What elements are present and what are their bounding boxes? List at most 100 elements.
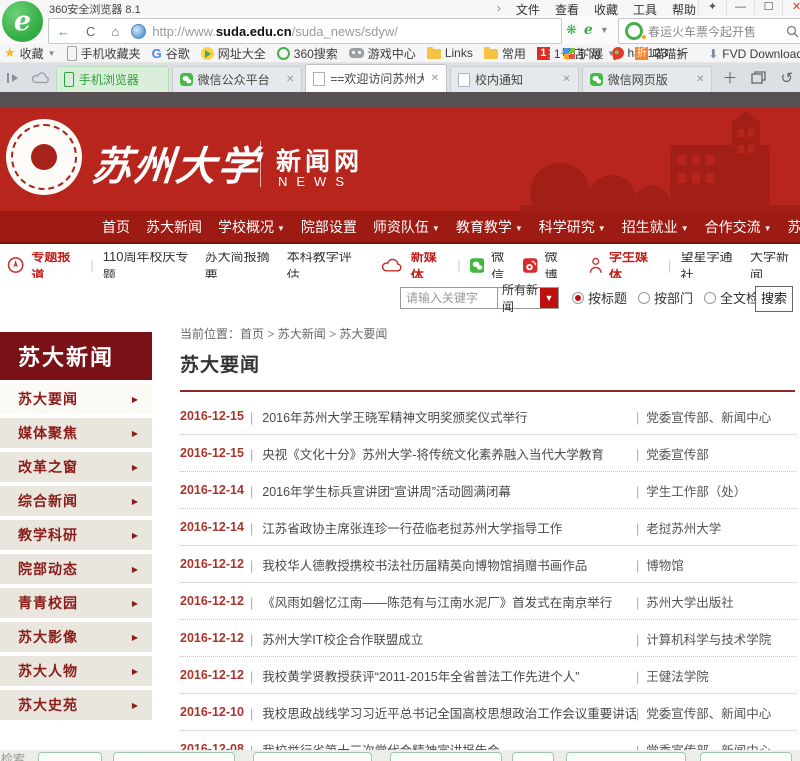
tab-close-icon[interactable]: ✕ [562, 74, 570, 85]
nav-school-overview[interactable]: 学校概况 [218, 217, 285, 237]
tab-close-icon[interactable]: ✕ [286, 74, 294, 85]
sidebar-item-department-updates[interactable]: 院部动态 [0, 554, 152, 584]
maximize-button[interactable]: ☐ [754, 0, 782, 15]
news-row[interactable]: 2016-12-15央视《文化十分》苏州大学-将传统文化素养融入当代大学教育党委… [180, 435, 796, 472]
subnav-university-news[interactable]: 大学新闻 [750, 252, 800, 278]
tab-close-icon[interactable]: ✕ [696, 74, 704, 85]
sidebar-item-media-focus[interactable]: 媒体聚焦 [0, 418, 152, 448]
subnav-briefing-digest[interactable]: 苏大简报摘要 [205, 252, 280, 278]
search-button[interactable]: 搜索 [755, 286, 793, 312]
sidebar-toggle-icon[interactable] [6, 72, 20, 84]
tab-close-icon[interactable]: ✕ [431, 73, 439, 84]
bookmark-common-folder[interactable]: 常用 [484, 45, 526, 62]
news-row[interactable]: 2016-12-08我校举行省第十三次党代会精神宣讲报告会党委宣传部、新闻中心 [180, 731, 796, 750]
news-title-link[interactable]: 央视《文化十分》苏州大学-将传统文化素养融入当代大学教育 [246, 444, 636, 463]
nav-suda-news[interactable]: 苏大新闻 [146, 217, 202, 237]
taskbar-button-stub[interactable] [38, 752, 102, 761]
taskbar-button-stub[interactable] [390, 752, 502, 761]
new-tab-icon[interactable]: ＋ [722, 67, 737, 88]
nav-research[interactable]: 科学研究 [539, 217, 606, 237]
tab-mobile-browser[interactable]: 手机浏览器 [56, 66, 169, 92]
news-title-link[interactable]: 我校黄学贤教授获评“2011-2015年全省普法工作先进个人” [246, 666, 636, 685]
refresh-icon[interactable]: C [78, 24, 103, 39]
miaomiaozhe-button[interactable]: 折喵喵折 [635, 45, 688, 62]
no-trace-icon[interactable]: ❋ [566, 22, 577, 38]
url-field[interactable]: ← C ⌂ http://www.suda.edu.cn/suda_news/s… [48, 18, 562, 44]
minimize-button[interactable]: — [726, 0, 754, 15]
news-title-link[interactable]: 2016年学生标兵宣讲团“宣讲周”活动圆满闭幕 [246, 481, 636, 500]
tab-list-icon[interactable] [751, 71, 766, 84]
university-name-calligraphy[interactable]: 苏州大学 [89, 134, 244, 192]
sidebar-item-suda-history[interactable]: 苏大史苑 [0, 690, 152, 720]
category-select[interactable]: 所有新闻 ▼ [497, 287, 559, 309]
search-box[interactable]: 春运火车票今起开售 [618, 18, 800, 44]
magnifier-icon[interactable] [786, 25, 799, 38]
breadcrumb-home[interactable]: 首页 [240, 327, 264, 341]
taskbar-button-stub[interactable] [113, 752, 235, 761]
speed-mode-icon[interactable]: e [584, 22, 593, 38]
news-row[interactable]: 2016-12-14江苏省政协主席张连珍一行莅临老挝苏州大学指导工作老挝苏州大学 [180, 509, 796, 546]
sidebar-item-campus-life[interactable]: 青青校园 [0, 588, 152, 618]
bookmark-google[interactable]: G谷歌 [152, 45, 190, 62]
keyword-input[interactable] [400, 287, 498, 309]
tab-campus-notice[interactable]: 校内通知 ✕ [450, 66, 579, 92]
taskbar-button-stub[interactable] [512, 752, 554, 761]
subnav-110th-anniversary[interactable]: 110周年校庆专题 [103, 252, 198, 278]
home-icon[interactable]: ⌂ [103, 24, 127, 39]
taskbar-button-stub[interactable] [566, 752, 686, 761]
bookmark-360-search[interactable]: 360搜索 [277, 45, 338, 62]
tab-suda-news-active[interactable]: ==欢迎访问苏州大学网 ✕ [305, 64, 447, 92]
subnav-special-topics[interactable]: 专题报道 [31, 252, 81, 278]
taskbar-button-stub[interactable] [700, 752, 792, 761]
nav-admissions[interactable]: 招生就业 [622, 217, 689, 237]
sidebar-item-suda-images[interactable]: 苏大影像 [0, 622, 152, 652]
url-dropdown-icon[interactable]: ▼ [600, 25, 609, 35]
radio-by-title[interactable]: 按标题 [572, 288, 627, 307]
sidebar-item-suda-headlines[interactable]: 苏大要闻 [0, 384, 152, 414]
news-title-link[interactable]: 苏州大学IT校企合作联盟成立 [246, 629, 636, 648]
news-title-link[interactable]: 《风雨如磐忆江南——陈范有与江南水泥厂》首发式在南京举行 [246, 592, 636, 611]
bookmark-links-folder[interactable]: Links [427, 46, 473, 60]
university-seal-logo[interactable] [6, 119, 82, 195]
nav-cooperation[interactable]: 合作交流 [705, 217, 772, 237]
subnav-teaching-evaluation[interactable]: 本科教学评估 [287, 252, 362, 278]
cloud-sync-icon[interactable] [32, 72, 50, 84]
fvd-downloader-button[interactable]: ⬇FVD Download [708, 47, 800, 61]
news-row[interactable]: 2016-12-10我校思政战线学习习近平总书记全国高校思想政治工作会议重要讲话… [180, 694, 796, 731]
news-row[interactable]: 2016-12-12我校华人德教授携校书法社历届精英向博物馆捐赠书画作品博物馆 [180, 546, 796, 583]
bookmark-game-center[interactable]: 游戏中心 [349, 45, 416, 62]
hot-search-text[interactable]: 春运火车票今起开售 [648, 23, 756, 40]
news-title-link[interactable]: 我校华人德教授携校书法社历届精英向博物馆捐赠书画作品 [246, 555, 636, 574]
browser-360-logo-icon[interactable]: e [2, 1, 43, 42]
sidebar-item-reform-window[interactable]: 改革之窗 [0, 452, 152, 482]
subnav-new-media[interactable]: 新媒体 [411, 252, 449, 278]
subnav-wangxing-society[interactable]: 望星学通社 [680, 252, 743, 278]
nav-education[interactable]: 教育教学 [456, 217, 523, 237]
subnav-student-media[interactable]: 学生媒体 [609, 252, 659, 278]
news-title-link[interactable]: 我校思政战线学习习近平总书记全国高校思想政治工作会议重要讲话精神 [246, 703, 636, 722]
sidebar-item-teaching-research[interactable]: 教学科研 [0, 520, 152, 550]
news-row[interactable]: 2016-12-12《风雨如磐忆江南——陈范有与江南水泥厂》首发式在南京举行苏州… [180, 583, 796, 620]
news-row[interactable]: 2016-12-142016年学生标兵宣讲团“宣讲周”活动圆满闭幕学生工作部（处… [180, 472, 796, 509]
subnav-wechat[interactable]: 微信 [491, 252, 516, 278]
bookmark-favorites[interactable]: ★收藏▼ [4, 45, 56, 62]
url-text[interactable]: http://www.suda.edu.cn/suda_news/sdyw/ [152, 24, 398, 39]
nav-home[interactable]: 首页 [102, 217, 130, 237]
nav-faculty[interactable]: 师资队伍 [373, 217, 440, 237]
news-title-link[interactable]: 2016年苏州大学王晓军精神文明奖颁奖仪式举行 [246, 407, 636, 426]
tab-wechat-official[interactable]: 微信公众平台 ✕ [172, 66, 303, 92]
back-icon[interactable]: ← [49, 24, 78, 39]
news-title-link[interactable]: 我校举行省第十三次党代会精神宣讲报告会 [246, 740, 636, 751]
restore-closed-tab-icon[interactable]: ↺ [780, 69, 793, 87]
tab-wechat-web[interactable]: 微信网页版 ✕ [582, 66, 713, 92]
news-row[interactable]: 2016-12-12苏州大学IT校企合作联盟成立计算机科学与技术学院 [180, 620, 796, 657]
bookmark-site-directory[interactable]: 网址大全 [201, 45, 266, 62]
breadcrumb-suda-news[interactable]: 苏大新闻 [264, 327, 326, 341]
nav-cutoff-item[interactable]: 苏 [788, 217, 800, 237]
news-row[interactable]: 2016-12-152016年苏州大学王晓军精神文明奖颁奖仪式举行党委宣传部、新… [180, 398, 796, 435]
sidebar-item-general-news[interactable]: 综合新闻 [0, 486, 152, 516]
extensions-button[interactable]: 扩展▼ [564, 45, 615, 62]
nav-departments[interactable]: 院部设置 [301, 217, 357, 237]
taskbar-button-stub[interactable] [253, 752, 372, 761]
sidebar-item-suda-people[interactable]: 苏大人物 [0, 656, 152, 686]
